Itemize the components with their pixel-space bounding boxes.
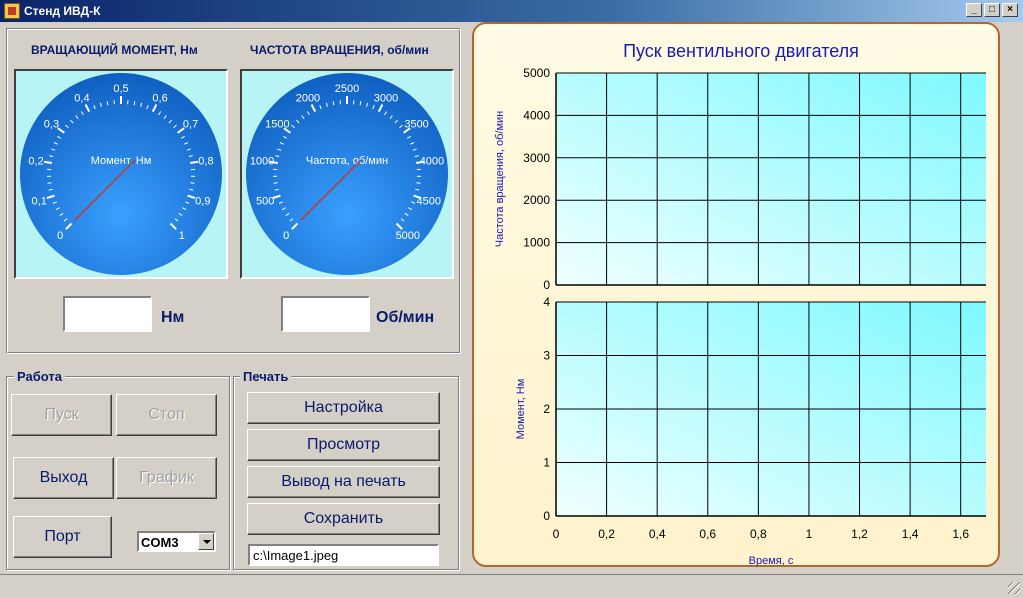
torque-chart-y-tick-label: 1: [543, 456, 550, 470]
torque-tick-label: 0: [57, 230, 63, 242]
port-select[interactable]: COM3: [137, 531, 216, 552]
torque-tick: [43, 160, 53, 165]
graph-button[interactable]: График: [116, 457, 217, 499]
print-setup-button[interactable]: Настройка: [247, 392, 440, 424]
speed-tick-label: 2000: [296, 92, 320, 104]
window-title: Стенд ИВД-К: [24, 4, 101, 18]
speed-unit-label: Об/мин: [376, 309, 435, 326]
print-preview-button[interactable]: Просмотр: [247, 429, 440, 461]
speed-chart-y-tick-label: 4000: [523, 108, 550, 122]
torque-value-field[interactable]: [63, 296, 152, 332]
torque-gauge-title: ВРАЩАЮЩИЙ МОМЕНТ, Нм: [31, 43, 198, 57]
chevron-down-icon[interactable]: [198, 533, 214, 550]
save-button[interactable]: Сохранить: [247, 503, 440, 535]
speed-chart-y-axis-label: Частота вращения, об/мин: [494, 111, 506, 248]
torque-chart-x-tick-label: 1,6: [952, 527, 969, 541]
speed-tick-label: 500: [256, 196, 274, 208]
torque-chart-x-tick-label: 1,2: [851, 527, 868, 541]
speed-chart-y-tick-label: 3000: [523, 151, 550, 165]
torque-dial: 0 0,1 0,2 0,3 0,4 0,5 0,6 0,7 0,8 0,9 1 Момент, Нм: [20, 73, 222, 275]
torque-tick-label: 0,6: [152, 92, 167, 104]
speed-tick-label: 1000: [250, 156, 274, 168]
torque-chart-x-tick-label: 0,8: [750, 527, 767, 541]
torque-tick-label: 0,8: [198, 156, 213, 168]
torque-chart-x-tick-label: 1: [806, 527, 813, 541]
speed-tick-label: 4500: [417, 196, 441, 208]
speed-gauge-title: ЧАСТОТА ВРАЩЕНИЯ, об/мин: [250, 43, 429, 57]
speed-tick-label: 3000: [374, 92, 398, 104]
work-group-label: Работа: [14, 369, 65, 384]
torque-chart-y-axis-label: Момент, Нм: [515, 379, 527, 440]
restore-button[interactable]: □: [984, 3, 1000, 17]
print-button[interactable]: Вывод на печать: [247, 466, 440, 498]
speed-tick: [273, 182, 278, 184]
torque-tick: [189, 160, 199, 165]
speed-chart-y-tick-label: 1000: [523, 236, 550, 250]
torque-unit-label: Нм: [161, 309, 185, 326]
torque-tick-label: 0,9: [195, 196, 210, 208]
torque-chart-x-tick-label: 1,4: [902, 527, 919, 541]
exit-button[interactable]: Выход: [13, 457, 114, 499]
speed-chart-y-tick-label: 5000: [523, 66, 550, 80]
chart-plot-area: 0 1000 2000 3000 4000 5000 Частота вращения, о…: [494, 66, 986, 567]
speed-dial-label: Частота, об/мин: [306, 155, 388, 167]
close-button[interactable]: ×: [1002, 3, 1018, 17]
torque-chart-y-tick-label: 3: [543, 349, 550, 363]
torque-tick: [47, 182, 52, 184]
minimize-button[interactable]: _: [966, 3, 982, 17]
torque-tick-label: 0,1: [32, 196, 47, 208]
torque-chart-x-tick-label: 0,2: [598, 527, 615, 541]
start-button[interactable]: Пуск: [11, 394, 112, 436]
torque-chart-x-tick-label: 0,6: [699, 527, 716, 541]
speed-dial: 0 500 1000 1500 2000 2500 3000 3500 4000 4500 5000…: [246, 73, 448, 275]
torque-tick-label: 0,4: [74, 92, 89, 104]
speed-chart-background: [556, 73, 986, 285]
torque-chart-y-tick-label: 0: [543, 509, 550, 523]
torque-tick-label: 0,5: [113, 83, 128, 95]
torque-gauge: 0 0,1 0,2 0,3 0,4 0,5 0,6 0,7 0,8 0,9 1 Момент, Нм: [14, 69, 228, 279]
chart-title: Пуск вентильного двигателя: [623, 41, 859, 61]
speed-gauge: 0 500 1000 1500 2000 2500 3000 3500 4000 4500 5000…: [240, 69, 454, 279]
status-bar: [0, 574, 1023, 597]
port-button[interactable]: Порт: [13, 516, 112, 558]
speed-tick-label: 4000: [420, 156, 444, 168]
torque-tick: [190, 182, 195, 184]
torque-tick-label: 0,3: [44, 118, 59, 130]
torque-tick-label: 0,7: [183, 118, 198, 130]
torque-tick-label: 0,2: [28, 156, 43, 168]
torque-dial-label: Момент, Нм: [91, 155, 152, 167]
torque-chart-x-tick-label: 0: [553, 527, 560, 541]
speed-tick: [416, 182, 421, 184]
speed-tick-label: 1500: [265, 118, 289, 130]
torque-chart-y-tick-label: 2: [543, 402, 550, 416]
title-bar: Стенд ИВД-К _ □ ×: [0, 0, 1023, 22]
stop-button[interactable]: Стоп: [116, 394, 217, 436]
speed-value-field[interactable]: [281, 296, 370, 332]
speed-tick-label: 0: [283, 230, 289, 242]
torque-chart-y-tick-label: 4: [543, 295, 550, 309]
port-select-value: COM3: [141, 535, 179, 550]
app-icon: [4, 3, 20, 19]
print-group-label: Печать: [240, 369, 292, 384]
torque-tick-label: 1: [179, 230, 185, 242]
speed-tick-label: 5000: [396, 230, 420, 242]
resize-grip-icon[interactable]: [1008, 582, 1020, 594]
x-axis-label: Время, с: [749, 555, 794, 567]
speed-tick-label: 3500: [404, 118, 428, 130]
torque-chart-x-tick-label: 0,4: [649, 527, 666, 541]
speed-chart-y-tick-label: 2000: [523, 193, 550, 207]
speed-chart-y-tick-label: 0: [543, 278, 550, 292]
file-path-field[interactable]: c:\Image1.jpeg: [248, 544, 439, 566]
speed-tick-label: 2500: [335, 83, 359, 95]
